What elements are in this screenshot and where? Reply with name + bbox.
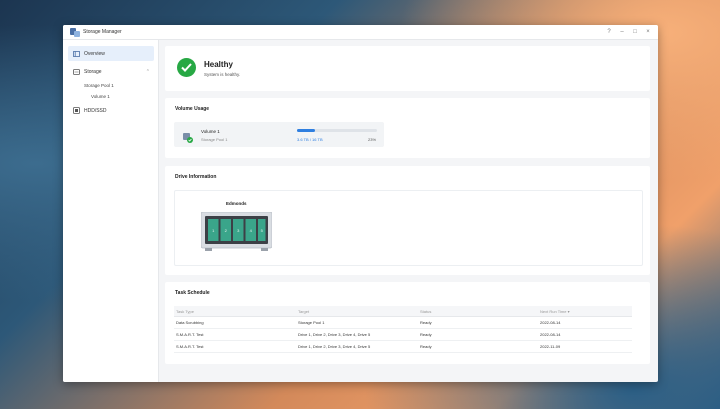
- minimize-icon[interactable]: –: [619, 29, 625, 35]
- task-schedule-title: Task Schedule: [175, 290, 210, 296]
- column-header-status[interactable]: Status: [418, 306, 538, 317]
- column-header-target[interactable]: Target: [296, 306, 418, 317]
- sidebar-item-label: Overview: [84, 50, 105, 57]
- task-schedule-table: Task Type Target Status Next Run Time ▾ …: [174, 306, 632, 353]
- storage-manager-window: Storage Manager ? – □ × Overview Storage…: [63, 25, 658, 382]
- overview-icon: [73, 50, 80, 57]
- target-cell: Storage Pool 1: [296, 316, 418, 329]
- table-row[interactable]: S.M.A.R.T. Test Drive 1, Drive 2, Drive …: [174, 328, 632, 341]
- sidebar-item-overview[interactable]: Overview: [68, 46, 154, 61]
- next-run-cell: 2022-08-14: [538, 328, 632, 341]
- task-schedule-card: Task Schedule Task Type Target Status Ne…: [165, 282, 650, 364]
- drive-icon: [73, 107, 80, 114]
- main-content: Healthy System is healthy. Volume Usage …: [159, 40, 658, 382]
- drive-information-title: Drive Information: [175, 174, 217, 180]
- volume-pool: Storage Pool 1: [201, 137, 228, 142]
- storage-manager-app-icon: [70, 27, 80, 37]
- nas-device[interactable]: 1 2 3 4 5: [200, 211, 273, 254]
- sidebar-item-hdd-ssd[interactable]: HDD/SSD: [68, 103, 154, 118]
- help-icon[interactable]: ?: [606, 29, 612, 35]
- maximize-icon[interactable]: □: [632, 29, 638, 35]
- task-type-cell: S.M.A.R.T. Test: [174, 340, 296, 353]
- sidebar-item-volume[interactable]: Volume 1: [91, 94, 110, 99]
- volume-capacity: 3.6 TB / 16 TB: [297, 137, 323, 142]
- nas-device-name: Edmonds: [226, 201, 247, 206]
- target-cell: Drive 1, Drive 2, Drive 3, Drive 4, Driv…: [296, 340, 418, 353]
- volume-usage-card: Volume Usage Volume 1 Storage Pool 1 3.6…: [165, 98, 650, 158]
- column-header-task-type[interactable]: Task Type: [174, 306, 296, 317]
- sidebar-item-storage-pool[interactable]: Storage Pool 1: [84, 83, 114, 88]
- volume-percent: 23%: [368, 137, 377, 142]
- status-cell: Ready: [418, 316, 538, 329]
- check-circle-icon: [177, 58, 196, 77]
- volume-usage-bar-fill: [297, 129, 316, 132]
- close-icon[interactable]: ×: [645, 29, 651, 35]
- window-controls: ? – □ ×: [606, 29, 651, 35]
- volume-icon: [183, 130, 193, 143]
- table-row[interactable]: Data Scrubbing Storage Pool 1 Ready 2022…: [174, 316, 632, 329]
- volume-usage-title: Volume Usage: [175, 106, 210, 112]
- volume-item[interactable]: Volume 1 Storage Pool 1 3.6 TB / 16 TB 2…: [174, 122, 384, 147]
- storage-icon: [73, 68, 80, 75]
- status-cell: Ready: [418, 328, 538, 341]
- sidebar-item-label: Storage: [84, 68, 102, 75]
- health-card: Healthy System is healthy.: [165, 46, 650, 91]
- sidebar-item-label: HDD/SSD: [84, 107, 107, 114]
- next-run-cell: 2022-08-14: [538, 316, 632, 329]
- target-cell: Drive 1, Drive 2, Drive 3, Drive 4, Driv…: [296, 328, 418, 341]
- volume-usage-bar: [297, 129, 377, 132]
- sidebar: Overview Storage ⌃ Storage Pool 1 Volume…: [63, 40, 159, 382]
- table-row[interactable]: S.M.A.R.T. Test Drive 1, Drive 2, Drive …: [174, 340, 632, 353]
- volume-name: Volume 1: [201, 129, 220, 134]
- sidebar-item-storage[interactable]: Storage ⌃: [68, 64, 154, 79]
- status-cell: Ready: [418, 340, 538, 353]
- title-bar: Storage Manager ? – □ ×: [63, 25, 658, 40]
- window-title: Storage Manager: [83, 29, 122, 35]
- drive-area: Edmonds 1 2 3 4 5: [174, 190, 643, 266]
- next-run-cell: 2022-11-09: [538, 340, 632, 353]
- task-type-cell: Data Scrubbing: [174, 316, 296, 329]
- table-header-row: Task Type Target Status Next Run Time ▾: [174, 306, 632, 317]
- column-header-next-run-time[interactable]: Next Run Time ▾: [538, 306, 632, 317]
- health-message: System is healthy.: [204, 72, 241, 77]
- chevron-up-icon[interactable]: ⌃: [146, 69, 150, 75]
- health-status: Healthy: [204, 60, 233, 69]
- drive-information-card: Drive Information Edmonds 1 2 3 4 5: [165, 166, 650, 275]
- task-type-cell: S.M.A.R.T. Test: [174, 328, 296, 341]
